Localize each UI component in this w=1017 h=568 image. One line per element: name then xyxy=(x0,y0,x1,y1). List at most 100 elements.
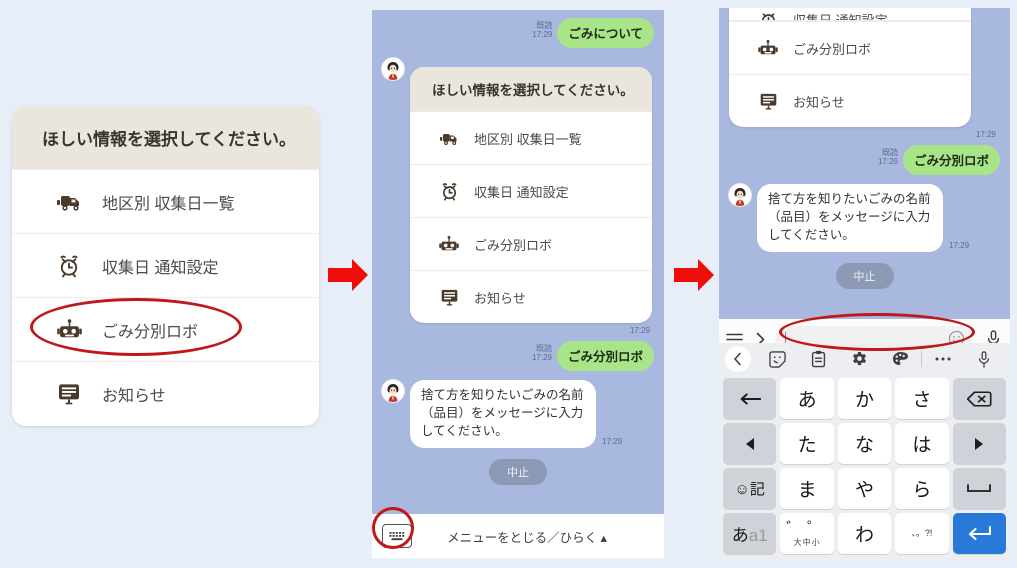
alarm-clock-icon xyxy=(436,182,462,201)
key-space[interactable] xyxy=(952,468,1006,509)
key-ka-row[interactable]: か xyxy=(837,378,892,419)
microphone-icon[interactable] xyxy=(963,350,1004,368)
screenshot-stage: ほしい情報を選択してください。 地区別 収集日一覧 収集日 通知設定 ごみ分別ロ… xyxy=(0,0,1017,568)
menu-card-middle: ほしい情報を選択してください。 地区別 収集日一覧 収集日 通知設定 ごみ分別ロ… xyxy=(410,67,652,323)
menu-row-label: お知らせ xyxy=(793,94,845,110)
key-na-row[interactable]: な xyxy=(837,423,892,464)
rich-menu-bar: メニューをとじる／ひらく ▴ xyxy=(372,514,664,558)
message-time: 17:29 xyxy=(602,437,623,447)
annotation-ellipse-keyboard-button xyxy=(372,507,414,549)
chat-log-right: 収集日 通知設定 ごみ分別ロボ お知らせ 17:29 既読 17:29 ごみ分別… xyxy=(719,8,1010,290)
key-size-bottom: 大中小 xyxy=(793,537,821,547)
menu-row-notices[interactable]: お知らせ xyxy=(729,74,971,127)
message-meta: 既読 17:29 xyxy=(532,341,552,362)
menu-row-label: お知らせ xyxy=(474,290,526,306)
notice-board-icon xyxy=(436,288,462,306)
quick-reply-cancel[interactable]: 中止 xyxy=(489,459,547,486)
key-input-mode[interactable]: あa1 xyxy=(723,513,777,554)
outgoing-bubble-text: ごみについて xyxy=(557,18,654,48)
software-keyboard: あ か さ た な は ☺記 ま や ら あa1 ゛゜ 大中小 わ 、。?! xyxy=(719,343,1010,560)
gear-icon[interactable] xyxy=(839,351,880,368)
chat-log-middle: 既読 17:29 ごみについて ほしい情報を選択してください。 地区別 収集日一… xyxy=(372,10,664,486)
chat-screen-right: 収集日 通知設定 ごみ分別ロボ お知らせ 17:29 既読 17:29 ごみ分別… xyxy=(719,8,1010,560)
key-ra-row[interactable]: ら xyxy=(895,468,949,509)
menu-row-label: お知らせ xyxy=(102,387,166,405)
keyboard-keys-grid: あ か さ た な は ☺記 ま や ら あa1 ゛゜ 大中小 わ 、。?! xyxy=(719,375,1010,560)
notice-board-icon xyxy=(755,92,781,110)
menu-row-collection-schedule[interactable]: 地区別 収集日一覧 xyxy=(12,169,319,233)
key-ha-row[interactable]: は xyxy=(895,423,949,464)
outgoing-message: 既読 17:29 ごみ分別ロボ xyxy=(729,145,1000,175)
key-wa-row[interactable]: わ xyxy=(837,513,892,554)
key-ma-row[interactable]: ま xyxy=(780,468,834,509)
card-timestamp: 17:29 xyxy=(975,130,996,139)
read-receipt-label: 既読 xyxy=(535,344,552,353)
menu-row-sorting-robot[interactable]: ごみ分別ロボ xyxy=(729,21,971,74)
key-ya-row[interactable]: や xyxy=(837,468,892,509)
key-backspace[interactable] xyxy=(952,378,1006,419)
menu-row-label: 収集日 通知設定 xyxy=(793,13,888,21)
menu-card-right-scrolled: 収集日 通知設定 ごみ分別ロボ お知らせ xyxy=(729,8,971,127)
key-cursor-right[interactable] xyxy=(952,423,1006,464)
garbage-truck-icon xyxy=(436,131,462,146)
outgoing-bubble-text: ごみ分別ロボ xyxy=(902,145,1000,175)
key-ta-row[interactable]: た xyxy=(780,423,834,464)
outgoing-message-1: 既読 17:29 ごみについて xyxy=(382,18,654,48)
incoming-bubble-text: 捨て方を知りたいごみの名前（品目）をメッセージに入力してください。 xyxy=(410,380,596,449)
rich-menu-toggle-label[interactable]: メニューをとじる／ひらく ▴ xyxy=(412,527,664,546)
quick-reply-cancel[interactable]: 中止 xyxy=(835,263,894,290)
key-enter[interactable] xyxy=(952,513,1006,554)
palette-icon[interactable] xyxy=(880,351,921,368)
message-time: 17:29 xyxy=(532,30,553,40)
key-cursor-left[interactable] xyxy=(723,423,777,464)
robot-icon xyxy=(436,235,462,254)
key-dakuten-size[interactable]: ゛゜ 大中小 xyxy=(780,513,834,554)
chevron-left-icon[interactable] xyxy=(725,346,751,372)
menu-row-notices[interactable]: お知らせ xyxy=(410,270,652,323)
clipboard-icon[interactable] xyxy=(798,350,839,368)
menu-row-label: ごみ分別ロボ xyxy=(474,237,553,253)
key-a-row[interactable]: あ xyxy=(780,378,834,419)
menu-card-standalone: ほしい情報を選択してください。 地区別 収集日一覧 収集日 通知設定 ごみ分別ロ… xyxy=(12,106,319,426)
bot-avatar[interactable] xyxy=(729,184,751,206)
bot-avatar[interactable] xyxy=(382,380,404,402)
ellipsis-icon[interactable] xyxy=(922,356,963,362)
annotation-ellipse-message-input xyxy=(779,313,975,351)
flow-arrow-2 xyxy=(672,255,716,295)
menu-row-notices[interactable]: お知らせ xyxy=(12,361,319,425)
menu-row-label: 地区別 収集日一覧 xyxy=(474,131,582,147)
menu-row-notification-settings[interactable]: 収集日 通知設定 xyxy=(410,164,652,217)
key-punctuation-label: 、。?! xyxy=(911,528,933,539)
notice-board-icon xyxy=(52,382,86,405)
outgoing-bubble-text: ごみ分別ロボ xyxy=(556,341,654,371)
bot-avatar[interactable] xyxy=(382,58,404,80)
alarm-clock-icon xyxy=(52,254,86,278)
menu-row-label: 地区別 収集日一覧 xyxy=(102,195,235,213)
menu-card-header-text: ほしい情報を選択してください。 xyxy=(432,83,634,98)
menu-card-header: ほしい情報を選択してください。 xyxy=(410,67,652,111)
menu-row-notification-settings-clipped[interactable]: 収集日 通知設定 xyxy=(729,8,971,21)
read-receipt-label: 既読 xyxy=(881,148,898,157)
menu-row-sorting-robot[interactable]: ごみ分別ロボ xyxy=(410,217,652,270)
sticker-icon[interactable] xyxy=(757,350,798,368)
garbage-truck-icon xyxy=(52,192,86,212)
key-emoji-symbols[interactable]: ☺記 xyxy=(723,468,777,509)
key-dakuten-stack: ゛゜ 大中小 xyxy=(786,521,828,547)
incoming-message: 捨て方を知りたいごみの名前（品目）をメッセージに入力してください。 17:29 xyxy=(382,380,654,449)
flow-arrow-1 xyxy=(326,255,370,295)
menu-row-collection-schedule[interactable]: 地区別 収集日一覧 xyxy=(410,111,652,164)
menu-card-header: ほしい情報を選択してください。 xyxy=(12,106,319,169)
menu-row-label: ごみ分別ロボ xyxy=(793,41,872,57)
message-meta: 既読 17:29 xyxy=(532,18,552,39)
menu-row-notification-settings[interactable]: 収集日 通知設定 xyxy=(12,233,319,297)
key-punctuation[interactable]: 、。?! xyxy=(895,513,949,554)
incoming-message: 捨て方を知りたいごみの名前（品目）をメッセージに入力してください。 17:29 xyxy=(729,184,1000,253)
card-timestamp: 17:29 xyxy=(629,326,650,335)
chat-screen-middle: 既読 17:29 ごみについて ほしい情報を選択してください。 地区別 収集日一… xyxy=(372,10,664,558)
key-undo[interactable] xyxy=(723,378,777,419)
robot-icon xyxy=(755,39,781,58)
annotation-ellipse-sorting-robot-row xyxy=(30,298,242,356)
quick-reply-area: 中止 xyxy=(382,459,654,486)
key-sa-row[interactable]: さ xyxy=(895,378,949,419)
message-time: 17:29 xyxy=(949,241,970,251)
